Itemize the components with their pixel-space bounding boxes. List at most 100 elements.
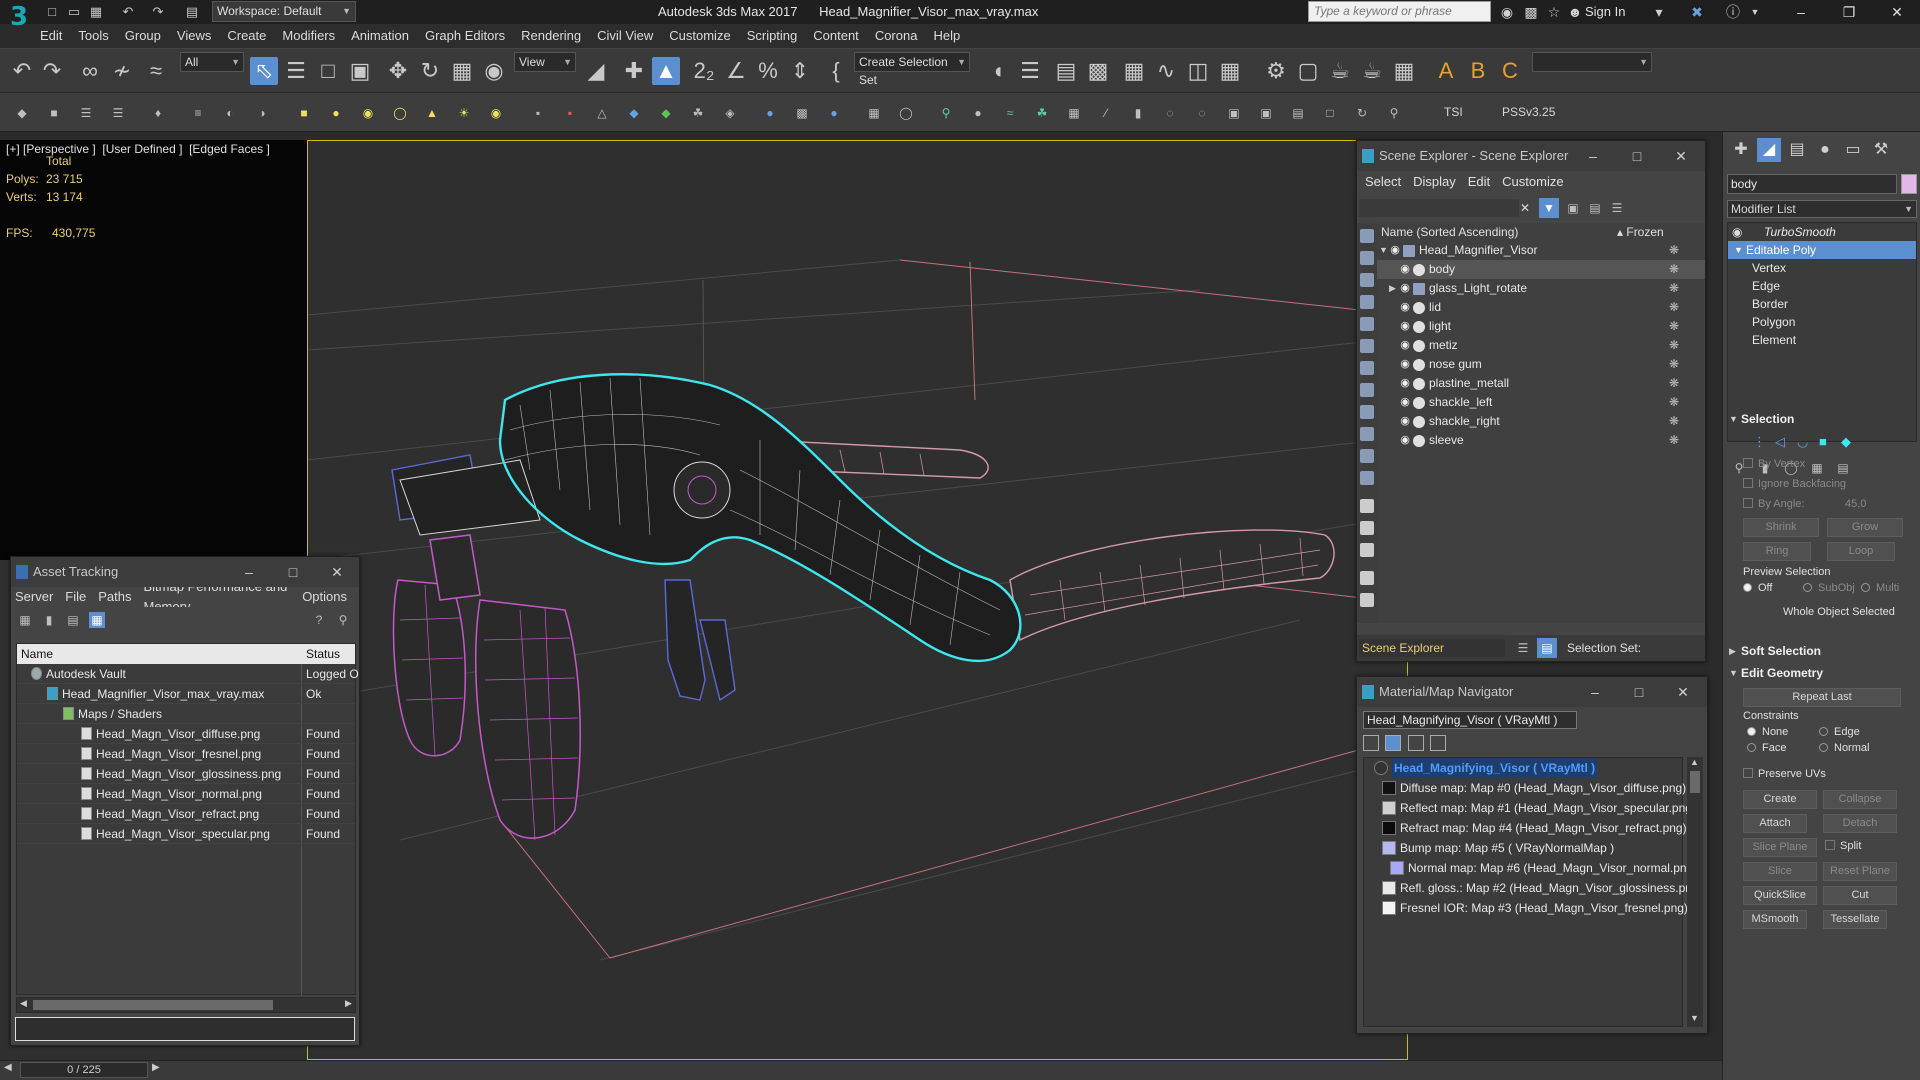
- scale-icon[interactable]: ▦: [448, 57, 476, 85]
- asset-menu-options[interactable]: Options: [302, 587, 347, 607]
- scene-root-row[interactable]: ▼ ◉ Head_Magnifier_Visor ❋: [1377, 241, 1705, 260]
- display-containers-icon[interactable]: [1360, 427, 1374, 441]
- project-folder-icon[interactable]: ▤: [184, 4, 200, 20]
- redo-icon[interactable]: ↷: [150, 4, 166, 20]
- menu-views[interactable]: Views: [177, 24, 211, 48]
- scene-menu-customize[interactable]: Customize: [1502, 171, 1563, 193]
- display-all-icon[interactable]: [1360, 499, 1374, 513]
- chevron-left-icon[interactable]: ◀: [20, 998, 27, 1009]
- layers-icon[interactable]: ☰: [1609, 200, 1625, 216]
- invert-display-icon[interactable]: [1360, 543, 1374, 557]
- snaps-toggle-icon[interactable]: 2₂: [690, 57, 718, 85]
- toolbar-tool-icon[interactable]: ▩: [794, 105, 810, 121]
- shrink-button[interactable]: Shrink: [1743, 518, 1819, 537]
- toolbar-tool-icon[interactable]: ◈: [722, 105, 738, 121]
- align-icon[interactable]: ☰: [1016, 57, 1044, 85]
- detach-button[interactable]: Detach: [1823, 814, 1897, 833]
- chevron-left-icon[interactable]: ◀: [4, 1062, 12, 1073]
- asset-horizontal-scrollbar[interactable]: ◀ ▶: [16, 997, 356, 1013]
- stack-item-border[interactable]: Border: [1728, 295, 1916, 313]
- freeze-icon[interactable]: ❋: [1669, 393, 1679, 412]
- visibility-eye-icon[interactable]: ◉: [1399, 263, 1411, 275]
- visibility-eye-icon[interactable]: ◉: [1399, 282, 1411, 294]
- material-editor-icon[interactable]: ▦: [1216, 57, 1244, 85]
- selection-filter-dropdown[interactable]: All ▼: [180, 52, 244, 72]
- minimize-button[interactable]: –: [1780, 0, 1822, 24]
- menu-edit[interactable]: Edit: [40, 24, 62, 48]
- restore-button[interactable]: ❐: [1828, 0, 1870, 24]
- by-angle-checkbox[interactable]: By Angle:: [1743, 498, 1804, 510]
- map-row[interactable]: Normal map: Map #6 (Head_Magn_Visor_norm…: [1364, 858, 1697, 878]
- loop-button[interactable]: Loop: [1827, 542, 1895, 561]
- asset-menu-file[interactable]: File: [65, 587, 86, 607]
- bind-space-warp-icon[interactable]: ≈: [142, 57, 170, 85]
- toolbar-tool-icon[interactable]: ▦: [866, 105, 882, 121]
- material-map-navigator-window[interactable]: Material/Map Navigator – □ ✕ Head_Magnif…: [1356, 676, 1708, 1034]
- material-navigator-titlebar[interactable]: Material/Map Navigator – □ ✕: [1357, 677, 1707, 707]
- toolbar-tool-icon[interactable]: ☰: [78, 105, 94, 121]
- expand-arrow-icon[interactable]: ▼: [1734, 241, 1743, 259]
- element-level-icon[interactable]: ◆: [1841, 434, 1851, 450]
- named-selection-set-dropdown[interactable]: Create Selection Set ▼: [854, 52, 970, 87]
- attach-button[interactable]: Attach: [1743, 814, 1807, 833]
- freeze-icon[interactable]: ❋: [1669, 317, 1679, 336]
- cone-primitive-icon[interactable]: ▲: [424, 105, 440, 121]
- toggle-layer-explorer-icon[interactable]: ▩: [1084, 57, 1112, 85]
- asset-menu-server[interactable]: Server: [15, 587, 53, 607]
- modifier-list-dropdown[interactable]: Modifier List ▼: [1727, 200, 1917, 218]
- freeze-icon[interactable]: ❋: [1669, 355, 1679, 374]
- remove-modifier-icon[interactable]: ▦: [1809, 460, 1825, 476]
- filter-icon[interactable]: ▼: [1539, 198, 1559, 218]
- freeze-icon[interactable]: ❋: [1669, 374, 1679, 393]
- geosphere-primitive-icon[interactable]: ◉: [360, 105, 376, 121]
- visibility-eye-icon[interactable]: ◉: [1399, 415, 1411, 427]
- display-tab-icon[interactable]: ▭: [1841, 138, 1865, 162]
- close-button[interactable]: ✕: [315, 557, 359, 587]
- render-iterative-icon[interactable]: ☕: [1358, 57, 1386, 85]
- visibility-eye-icon[interactable]: ◉: [1399, 301, 1411, 313]
- visibility-eye-icon[interactable]: ◉: [1399, 339, 1411, 351]
- column-header-name[interactable]: Name (Sorted Ascending): [1381, 223, 1518, 241]
- table-row[interactable]: Head_Magn_Visor_fresnel.png Found: [17, 744, 355, 764]
- render-production-icon[interactable]: ☕: [1326, 57, 1354, 85]
- reference-coordinate-dropdown[interactable]: View ▼: [514, 52, 576, 72]
- close-button[interactable]: ✕: [1659, 141, 1703, 171]
- column-header-status[interactable]: Status: [306, 644, 340, 664]
- table-row[interactable]: Head_Magn_Visor_glossiness.png Found: [17, 764, 355, 784]
- chevron-right-icon[interactable]: ▶: [345, 998, 352, 1009]
- expand-arrow-icon[interactable]: ▶: [1389, 279, 1396, 298]
- layers-icon[interactable]: ☰: [1515, 640, 1531, 656]
- by-vertex-checkbox[interactable]: By Vertex: [1743, 458, 1805, 470]
- workspace-dropdown[interactable]: Workspace: Default ▼: [212, 1, 356, 22]
- lock-icon[interactable]: ▣: [1565, 200, 1581, 216]
- column-header-name[interactable]: Name: [21, 644, 53, 664]
- text-c-icon[interactable]: C: [1496, 57, 1524, 85]
- freeze-icon[interactable]: ❋: [1669, 241, 1679, 260]
- preview-subobj-radio[interactable]: SubObj: [1803, 582, 1855, 594]
- toolbar-tool-icon[interactable]: □: [1322, 105, 1338, 121]
- toolbar-tool-icon[interactable]: ☰: [110, 105, 126, 121]
- stack-item-editable-poly[interactable]: ▼ Editable Poly: [1728, 241, 1916, 259]
- toolbar-tool-icon[interactable]: ●: [970, 105, 986, 121]
- mirror-icon[interactable]: ◖: [984, 57, 1012, 85]
- scene-item-shackle-right[interactable]: ◉ shackle_right ❋: [1377, 412, 1705, 431]
- expand-arrow-icon[interactable]: ▼: [1379, 241, 1388, 260]
- map-row[interactable]: Refl. gloss.: Map #2 (Head_Magn_Visor_gl…: [1364, 878, 1703, 898]
- toolbar-tool-icon[interactable]: ≈: [1002, 105, 1018, 121]
- close-button[interactable]: ✕: [1661, 677, 1705, 707]
- curve-editor-icon[interactable]: ∿: [1152, 57, 1180, 85]
- split-checkbox[interactable]: Split: [1825, 840, 1861, 852]
- display-geometry-icon[interactable]: [1360, 229, 1374, 243]
- minimize-button[interactable]: –: [1571, 141, 1615, 171]
- pin-icon[interactable]: ⚲: [335, 612, 351, 628]
- schematic-view-icon[interactable]: ◫: [1184, 57, 1212, 85]
- display-frozen-icon[interactable]: [1360, 449, 1374, 463]
- render-setup-icon[interactable]: ⚙: [1262, 57, 1290, 85]
- visibility-eye-icon[interactable]: ◉: [1399, 320, 1411, 332]
- hierarchy-tab-icon[interactable]: ▤: [1785, 138, 1809, 162]
- table-row[interactable]: Head_Magn_Visor_specular.png Found: [17, 824, 355, 844]
- constraint-edge-radio[interactable]: Edge: [1819, 726, 1860, 738]
- scrollbar-thumb[interactable]: [33, 1000, 273, 1010]
- vault-icon[interactable]: ▦: [17, 612, 33, 628]
- visibility-eye-icon[interactable]: ◉: [1389, 244, 1401, 256]
